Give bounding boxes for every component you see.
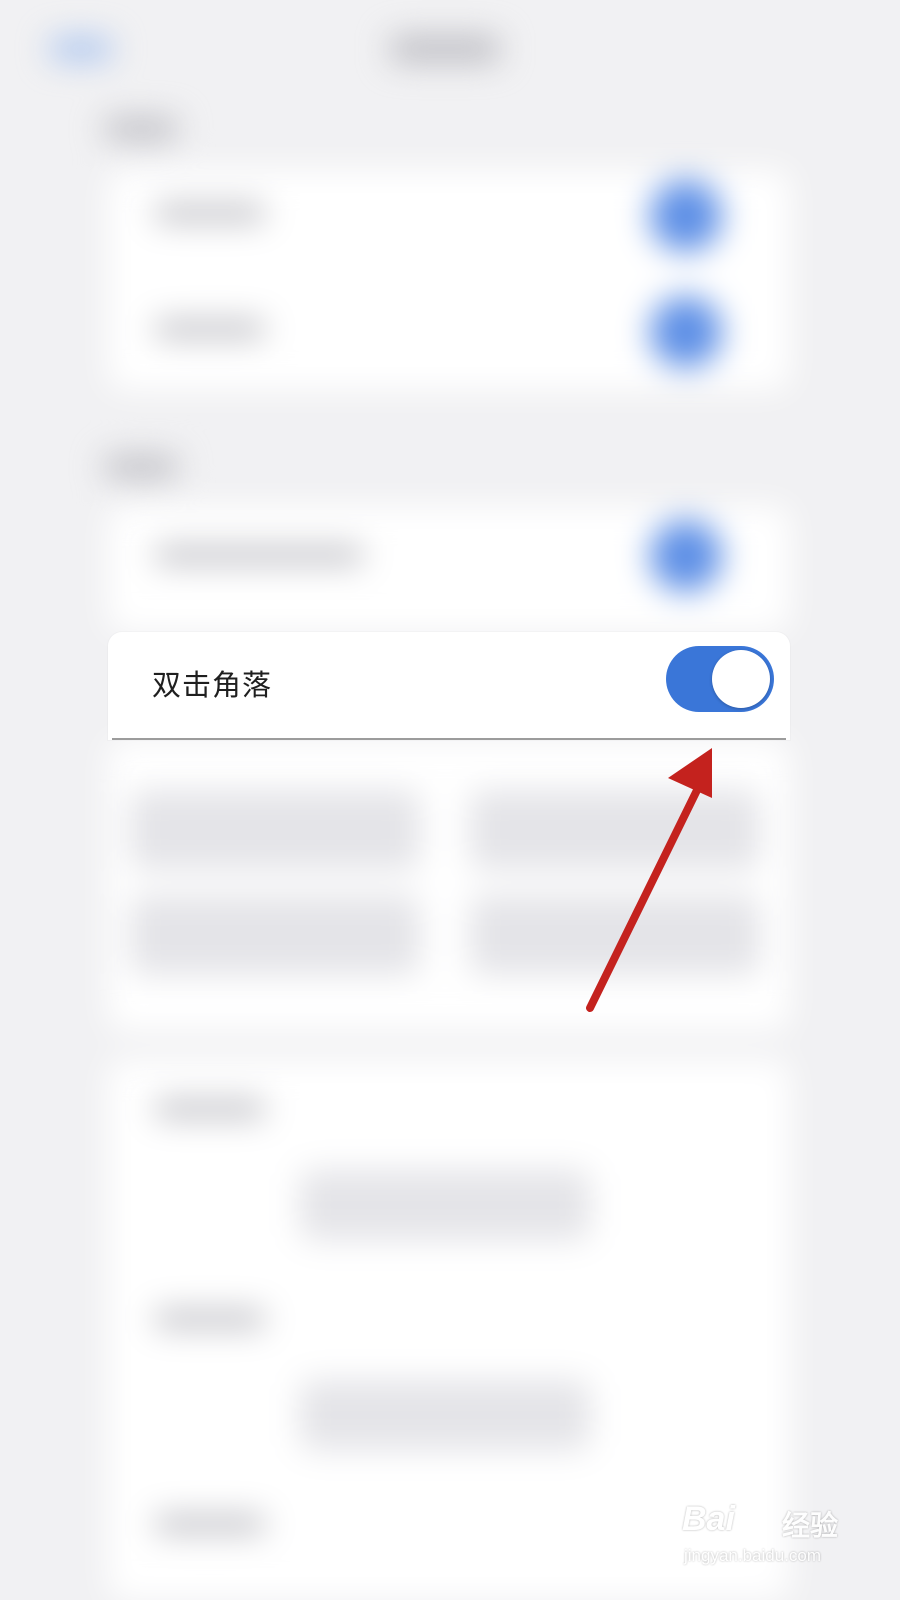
blurred-group-3 <box>108 740 790 1030</box>
blurred-row-label <box>154 1100 266 1118</box>
blurred-row-label <box>154 204 266 222</box>
blurred-option <box>470 790 760 870</box>
double-tap-corner-label: 双击角落 <box>152 668 273 702</box>
blurred-section-header <box>104 118 178 140</box>
watermark-url: jingyan.baidu.com <box>684 1546 822 1565</box>
blurred-page-title <box>390 36 500 62</box>
blurred-toggle <box>650 520 722 592</box>
double-tap-corner-row: 双击角落 <box>108 632 790 740</box>
blurred-option <box>470 895 760 975</box>
blurred-option <box>300 1170 590 1240</box>
blurred-option <box>300 1380 590 1450</box>
watermark-logo: Bai <box>682 1500 735 1538</box>
blurred-row-label <box>154 1515 266 1533</box>
row-divider <box>112 738 786 740</box>
blurred-row-label <box>154 546 364 564</box>
baidu-jingyan-logo: Bai 经验 jingyan.baidu.com <box>682 1500 852 1576</box>
blurred-background <box>0 0 900 1600</box>
blurred-section-header <box>104 456 178 478</box>
blurred-toggle <box>650 180 722 252</box>
blurred-option <box>130 790 420 870</box>
blurred-toggle <box>650 296 722 368</box>
blurred-back-button <box>50 38 112 60</box>
watermark-sub: 经验 <box>782 1510 839 1541</box>
blurred-row-label <box>154 1310 266 1328</box>
double-tap-corner-toggle[interactable] <box>666 646 774 712</box>
blurred-row-label <box>154 320 266 338</box>
blurred-option <box>130 895 420 975</box>
toggle-knob <box>712 650 770 708</box>
